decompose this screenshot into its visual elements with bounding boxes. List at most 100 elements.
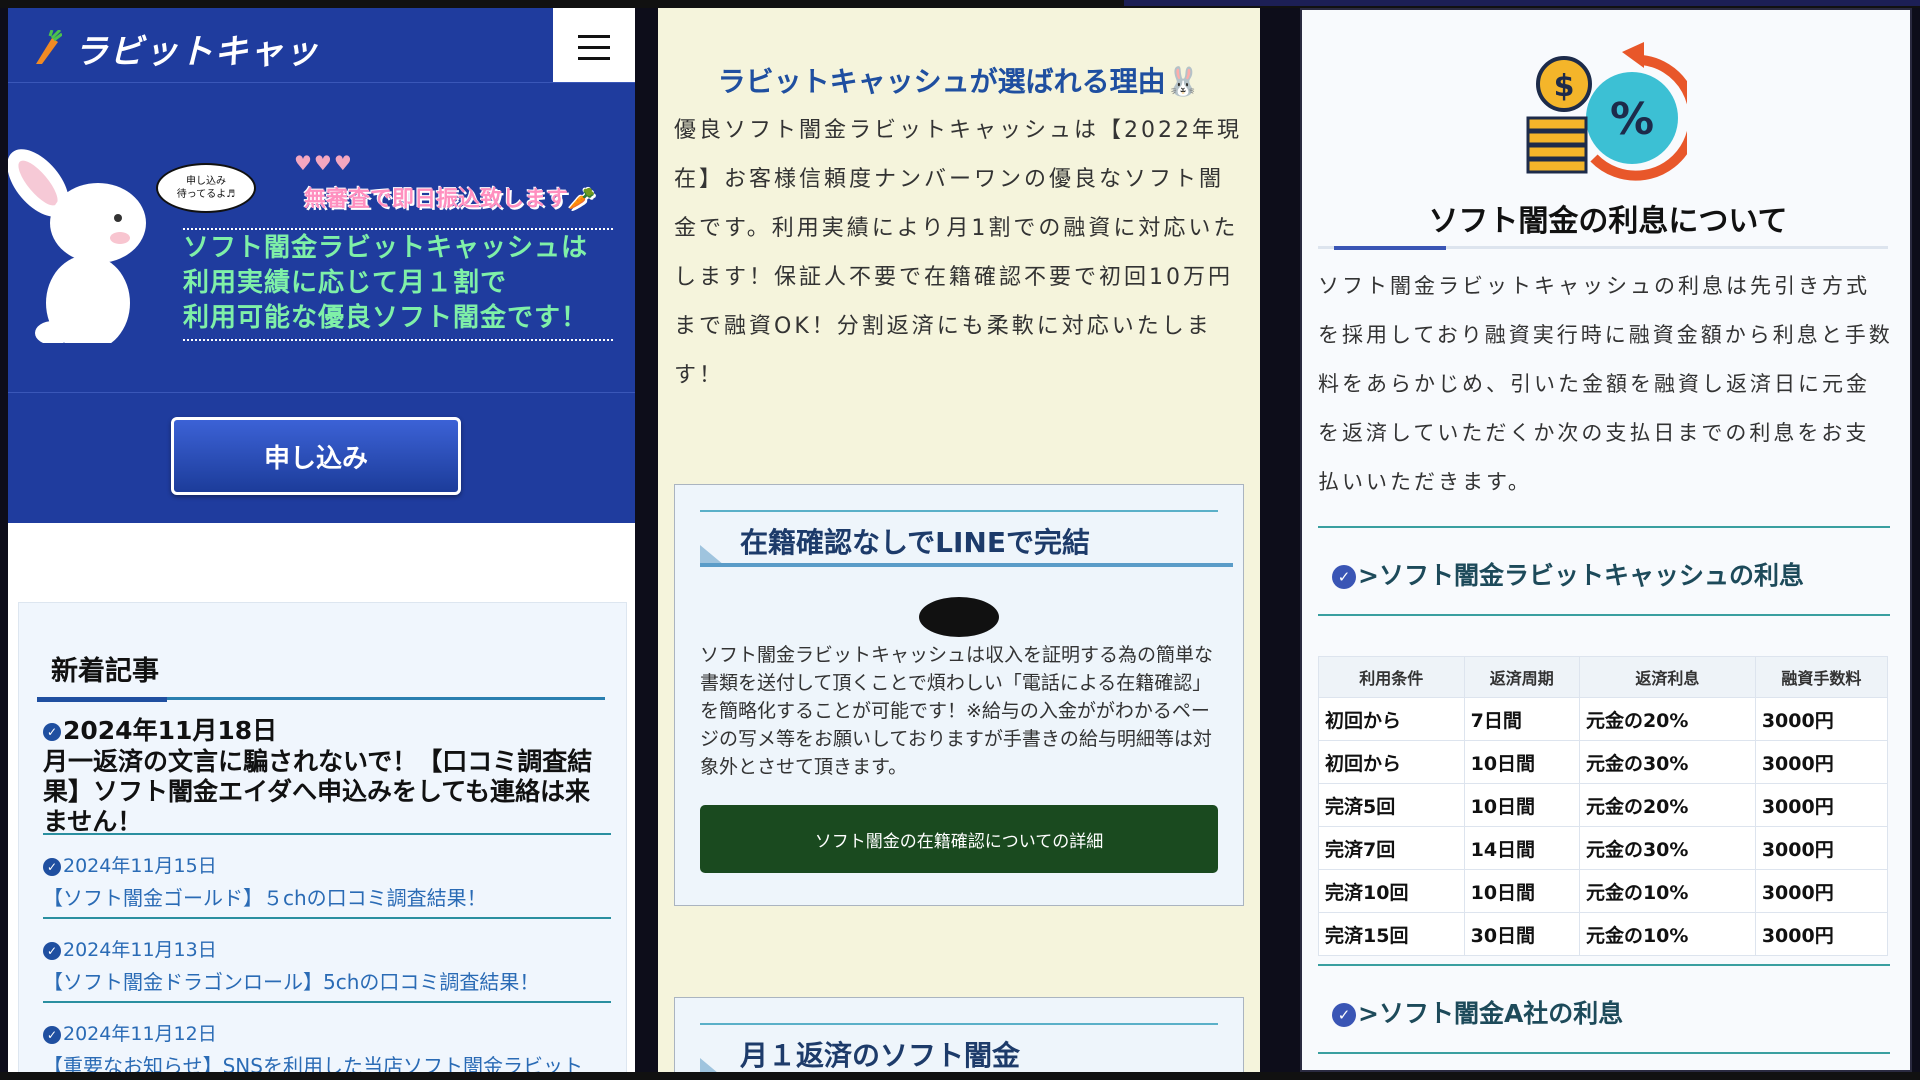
news-item[interactable]: ✓ 2024年11月12日 【重要なお知らせ】SNSを利用した当店ソフト闇金ラビッ…	[43, 1019, 611, 1072]
dotted-divider	[183, 339, 613, 341]
news-item[interactable]: ✓ 2024年11月18日 月一返済の文言に騙されないで！【口コミ調査結果】ソフト…	[43, 711, 611, 837]
table-cell: 3000円	[1754, 783, 1889, 827]
table-cell: 7日間	[1463, 697, 1580, 741]
news-item[interactable]: ✓ 2024年11月15日 【ソフト闇金ゴールド】５chの口コミ調査結果！	[43, 851, 611, 911]
carrot-icon	[36, 30, 62, 64]
table-cell: 完済7回	[1318, 826, 1465, 870]
banner-line-3: 利用可能な優良ソフト闇金です！	[183, 303, 589, 333]
column-header: 返済利息	[1578, 656, 1756, 698]
screen-top-border	[0, 0, 1920, 8]
panel-reasons: ラビットキャッシュが選ばれる理由🐰 優良ソフト闇金ラビットキャッシュは【2022…	[658, 8, 1260, 1072]
intro-text: 優良ソフト闇金ラビットキャッシュは【2022年現在】お客様信頼度ナンバーワンの優…	[674, 118, 1242, 388]
speech-bubble: 申し込み 待ってるよ♬	[156, 163, 256, 213]
table-cell: 3000円	[1754, 740, 1889, 784]
section-divider	[1318, 964, 1890, 966]
panel-interest: % $ ソフト闇金の利息について ソフト闇金ラビットキャッシュの利息は先引き方式…	[1300, 8, 1912, 1072]
section-divider	[1318, 614, 1890, 616]
section-divider	[1318, 526, 1890, 528]
table-cell: 元金の30%	[1578, 740, 1756, 784]
svg-text:$: $	[1554, 69, 1575, 104]
interest-description: ソフト闇金ラビットキャッシュの利息は先引き方式を採用しており融資実行時に融資金額…	[1318, 274, 1893, 494]
svg-text:%: %	[1610, 94, 1654, 145]
interest-rate-table: 利用条件 返済周期 返済利息 融資手数料 初回から 7日間 元金の20% 3000円 …	[1318, 656, 1889, 956]
table-cell: 元金の20%	[1578, 697, 1756, 741]
table-cell: 3000円	[1754, 912, 1889, 956]
news-divider	[43, 917, 611, 919]
news-item[interactable]: ✓ 2024年11月13日 【ソフト闇金ドラゴンロール】5chの口コミ調査結果！	[43, 935, 611, 995]
section-divider	[1318, 1052, 1890, 1054]
news-section: 新着記事 ✓ 2024年11月18日 月一返済の文言に騙されないで！【口コミ調査結…	[18, 602, 627, 1072]
top-accent-strip	[1124, 0, 1920, 6]
table-row: 完済10回 10日間 元金の10% 3000円	[1318, 869, 1889, 913]
news-heading-underline	[37, 697, 605, 702]
banner-line-2: 利用実績に応じて月１割で	[183, 268, 508, 298]
table-row: 初回から 10日間 元金の30% 3000円	[1318, 740, 1889, 784]
table-cell: 元金の30%	[1578, 826, 1756, 870]
table-cell: 元金の10%	[1578, 869, 1756, 913]
apply-section: 申し込み	[8, 392, 635, 523]
news-title[interactable]: 【ソフト闇金ゴールド】５chの口コミ調査結果！	[43, 882, 611, 911]
column-header: 融資手数料	[1754, 656, 1889, 698]
site-logo[interactable]: ラビットキャッシュ	[26, 20, 326, 121]
hero-banner: 申し込み 待ってるよ♬ ♥♥♥ 無審査で即日振込致します🥕 ソフト闇金ラビットキ…	[8, 82, 635, 393]
apply-button[interactable]: 申し込み	[171, 417, 461, 495]
news-title[interactable]: 月一返済の文言に騙されないで！【口コミ調査結果】ソフト闇金エイダへ申込みをしても…	[43, 747, 611, 837]
banner-headline: ソフト闇金ラビットキャッシュは 利用実績に応じて月１割で 利用可能な優良ソフト闇…	[183, 231, 623, 336]
subsection-heading: ✓ >ソフト闇金A社の利息	[1332, 994, 1623, 1030]
news-title[interactable]: 【ソフト闇金ドラゴンロール】5chの口コミ調査結果！	[43, 966, 611, 995]
news-date: 2024年11月13日	[63, 939, 217, 961]
column-header: 返済周期	[1463, 656, 1580, 698]
subsection-heading: ✓ >ソフト闇金ラビットキャッシュの利息	[1332, 556, 1804, 592]
table-header-row: 利用条件 返済周期 返済利息 融資手数料	[1318, 656, 1889, 698]
news-divider	[43, 833, 611, 835]
panel-home: ラビットキャッシュ 申し込み 待ってるよ♬ ♥♥♥ 無審査で即日振込致します🥕 …	[8, 8, 635, 1072]
table-cell: 初回から	[1318, 697, 1465, 741]
heading-triangle-decoration	[700, 1058, 724, 1072]
news-date: 2024年11月18日	[63, 716, 278, 745]
table-cell: 14日間	[1463, 826, 1580, 870]
card-heading: 月１返済のソフト闇金	[740, 1039, 1021, 1072]
section-title: ソフト闇金の利息について	[1428, 204, 1788, 239]
card-text: ソフト闇金ラビットキャッシュは収入を証明する為の簡単な書類を送付して頂くことで煩…	[700, 644, 1214, 778]
table-row: 完済7回 14日間 元金の30% 3000円	[1318, 826, 1889, 870]
table-cell: 10日間	[1463, 783, 1580, 827]
card-heading: 在籍確認なしでLINEで完結	[740, 526, 1090, 559]
check-icon: ✓	[43, 1025, 61, 1044]
table-cell: 完済10回	[1318, 869, 1465, 913]
hamburger-icon	[578, 35, 610, 38]
table-cell: 完済5回	[1318, 783, 1465, 827]
section-title: ラビットキャッシュが選ばれる理由🐰	[717, 65, 1201, 98]
redacted-image	[919, 597, 999, 637]
table-cell: 元金の20%	[1578, 783, 1756, 827]
news-heading: 新着記事	[51, 656, 159, 687]
screen-bottom-border	[0, 1072, 1920, 1080]
table-cell: 10日間	[1463, 869, 1580, 913]
title-underline	[1318, 246, 1888, 250]
check-icon: ✓	[43, 723, 61, 741]
table-cell: 完済15回	[1318, 912, 1465, 956]
hearts-decoration: ♥♥♥	[294, 151, 354, 175]
news-title[interactable]: 【重要なお知らせ】SNSを利用した当店ソフト闇金ラビット	[43, 1050, 611, 1072]
table-cell: 3000円	[1754, 697, 1889, 741]
table-row: 完済15回 30日間 元金の10% 3000円	[1318, 912, 1889, 956]
heading-triangle-decoration	[700, 545, 724, 565]
check-icon: ✓	[1332, 1003, 1356, 1027]
interest-percent-icon: % $	[1526, 42, 1687, 181]
banner-subtitle: 無審査で即日振込致します🥕	[304, 187, 596, 212]
check-icon: ✓	[43, 941, 61, 960]
site-header: ラビットキャッシュ	[8, 8, 635, 121]
table-cell: 30日間	[1463, 912, 1580, 956]
rabbit-mascot-icon	[8, 149, 146, 343]
feature-card-line: 在籍確認なしでLINEで完結 ソフト闇金ラビットキャッシュは収入を証明する為の簡…	[674, 484, 1244, 906]
table-row: 完済5回 10日間 元金の20% 3000円	[1318, 783, 1889, 827]
check-icon: ✓	[43, 857, 61, 876]
column-header: 利用条件	[1318, 656, 1465, 698]
table-cell: 3000円	[1754, 826, 1889, 870]
table-row: 初回から 7日間 元金の20% 3000円	[1318, 697, 1889, 741]
table-cell: 初回から	[1318, 740, 1465, 784]
table-cell: 3000円	[1754, 869, 1889, 913]
zaiseki-detail-button[interactable]: ソフト闇金の在籍確認についての詳細	[700, 805, 1218, 873]
feature-card-monthly: 月１返済のソフト闇金	[674, 997, 1244, 1072]
hamburger-menu-button[interactable]	[553, 8, 635, 87]
check-icon: ✓	[1332, 565, 1356, 589]
